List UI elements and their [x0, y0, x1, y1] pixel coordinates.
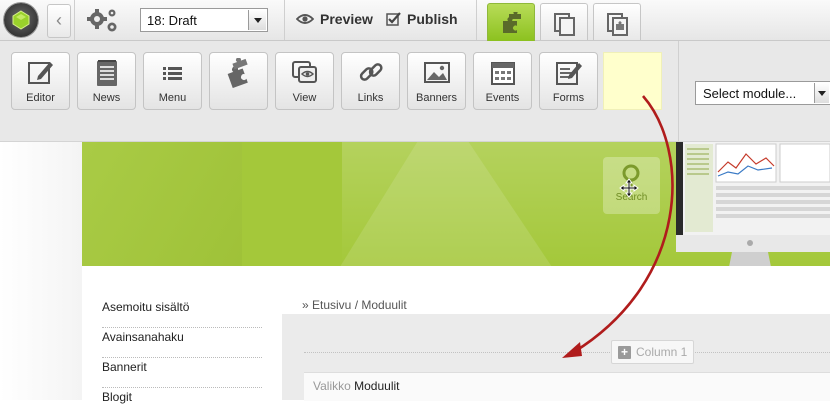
module-select-value: Select module...: [703, 86, 797, 101]
preview-label: Preview: [320, 11, 373, 27]
puzzle-icon: [503, 12, 521, 33]
sidebar-item-avainsanahaku[interactable]: Avainsanahaku: [102, 328, 262, 358]
module-label: Menu: [158, 92, 187, 104]
sidebar-nav: Asemoitu sisältö Avainsanahaku Bannerit …: [82, 266, 282, 404]
pages-icon: [554, 13, 575, 36]
module-news-button[interactable]: News: [77, 52, 136, 110]
back-button[interactable]: ‹: [47, 4, 71, 38]
module-drop-placeholder[interactable]: [603, 52, 662, 110]
module-menu-button[interactable]: Menu: [143, 52, 202, 110]
top-toolbar: ‹ 18: Draft Preview Publish: [0, 0, 830, 41]
module-label: News: [92, 92, 121, 104]
module-row-type: Valikko: [313, 379, 351, 393]
module-select[interactable]: Select module...: [695, 81, 830, 105]
form-icon: [556, 62, 582, 85]
module-editor-button[interactable]: Editor: [11, 52, 70, 110]
main-content: » Etusivu / Moduulit + Column 1 Valikko …: [282, 266, 830, 401]
image-icon: [424, 62, 450, 83]
sidebar-item-bannerit[interactable]: Bannerit: [102, 358, 262, 388]
module-links-button[interactable]: Links: [341, 52, 400, 110]
chevron-down-icon[interactable]: [248, 10, 266, 30]
checkbox-check-icon: [386, 11, 401, 26]
module-label: Links: [357, 92, 384, 104]
column-label: Column 1: [636, 345, 688, 359]
settings-gear-icon[interactable]: [79, 4, 129, 36]
module-view-button[interactable]: View: [275, 52, 334, 110]
publish-button[interactable]: Publish: [386, 11, 458, 27]
drop-line: [304, 352, 830, 353]
module-ribbon: Editor News Menu View Links Banners Even…: [0, 41, 830, 142]
module-banners-button[interactable]: Banners: [407, 52, 466, 110]
module-row[interactable]: Valikko Moduulit: [304, 372, 830, 401]
view-icon: [292, 61, 317, 83]
module-row-title: Moduulit: [354, 379, 400, 393]
pencil-icon: [28, 62, 53, 84]
plus-icon[interactable]: +: [618, 345, 631, 359]
puzzle-icon: [227, 58, 248, 88]
calendar-icon: [491, 62, 515, 85]
page-margin: [0, 142, 82, 400]
version-select[interactable]: 18: Draft: [140, 8, 268, 32]
module-label: View: [292, 92, 317, 104]
move-cursor-icon: [619, 178, 639, 198]
chain-link-icon: [359, 63, 383, 81]
notepad-icon: [97, 60, 117, 86]
divider: [74, 0, 75, 40]
module-plugin-button[interactable]: [209, 52, 268, 110]
tab-layout[interactable]: [593, 3, 641, 40]
module-label: Forms: [552, 92, 585, 104]
preview-button[interactable]: Preview: [296, 11, 373, 27]
app-logo-icon[interactable]: [4, 3, 38, 37]
module-events-button[interactable]: Events: [473, 52, 532, 110]
divider: [476, 0, 477, 40]
module-label: Events: [485, 92, 520, 104]
sidebar-item-blogit[interactable]: Blogit: [102, 388, 262, 417]
publish-label: Publish: [407, 11, 458, 27]
banner-triangle: [312, 142, 582, 266]
tab-pages[interactable]: [540, 3, 588, 40]
eye-icon: [296, 14, 314, 24]
divider: [678, 41, 679, 141]
module-forms-button[interactable]: Forms: [539, 52, 598, 110]
module-label: Banners: [416, 92, 457, 104]
breadcrumb[interactable]: » Etusivu / Moduulit: [302, 298, 407, 312]
banner-shape: [82, 142, 242, 266]
layout-puzzle-icon: [607, 13, 628, 36]
chevron-down-icon[interactable]: [814, 83, 829, 103]
tab-modules[interactable]: [487, 3, 535, 41]
sidebar-item-asemoitu[interactable]: Asemoitu sisältö: [102, 298, 262, 328]
divider: [284, 0, 285, 40]
list-icon: [163, 67, 182, 80]
column-chip[interactable]: + Column 1: [611, 340, 695, 364]
version-select-value: 18: Draft: [147, 13, 197, 28]
module-label: Editor: [26, 92, 55, 104]
